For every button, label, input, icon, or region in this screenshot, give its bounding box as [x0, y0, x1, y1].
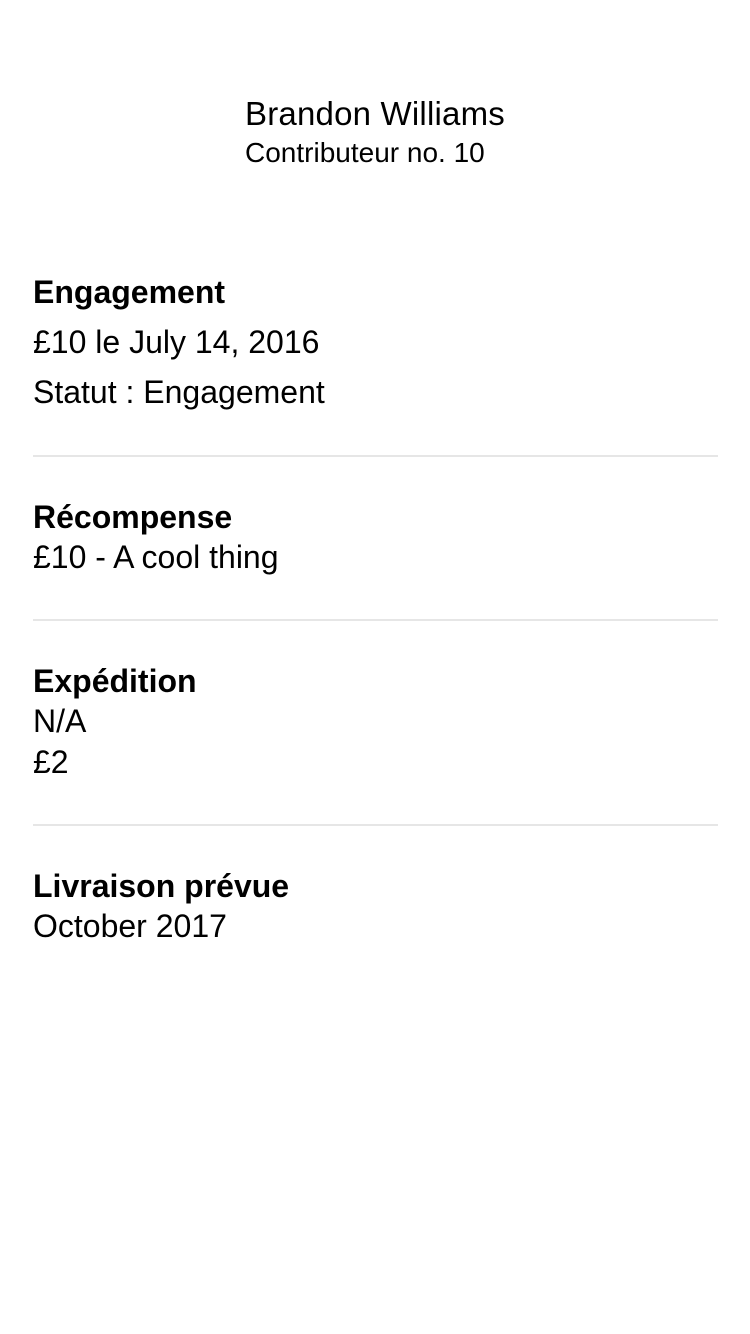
delivery-section: Livraison prévue October 2017 — [33, 866, 718, 947]
backer-header-text: Brandon Williams Contributeur no. 10 — [245, 94, 505, 172]
reward-section: Récompense £10 - A cool thing — [33, 497, 718, 578]
delivery-title: Livraison prévue — [33, 868, 290, 904]
pledge-title: Engagement — [33, 274, 226, 310]
backer-name: Brandon Williams — [245, 95, 505, 132]
backer-number: Contributeur no. 10 — [245, 137, 485, 168]
pledge-amount-date: £10 le July 14, 2016 — [33, 324, 320, 360]
divider — [33, 824, 718, 826]
divider — [33, 455, 718, 457]
shipping-section: Expédition N/A £2 — [33, 661, 718, 783]
pledge-status: Statut : Engagement — [33, 374, 325, 410]
pledge-section: Engagement £10 le July 14, 2016 Statut :… — [33, 272, 718, 413]
backer-header: Brandon Williams Contributeur no. 10 — [0, 94, 750, 172]
reward-title: Récompense — [33, 499, 233, 535]
divider — [33, 619, 718, 621]
shipping-title: Expédition — [33, 663, 197, 699]
delivery-date: October 2017 — [33, 908, 227, 944]
reward-description: £10 - A cool thing — [33, 539, 279, 575]
shipping-cost: £2 — [33, 744, 69, 780]
shipping-location: N/A — [33, 703, 87, 739]
